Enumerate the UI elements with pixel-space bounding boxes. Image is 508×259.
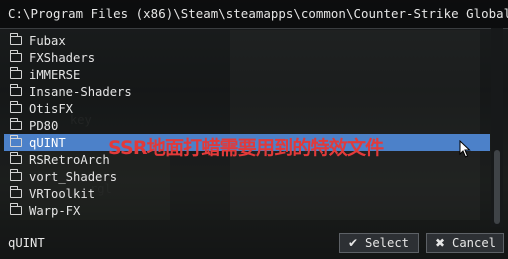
select-button-label: Select <box>365 236 410 250</box>
folder-item[interactable]: Warp-FX <box>4 202 490 219</box>
folder-label: Warp-FX <box>29 203 81 218</box>
scrollbar-thumb[interactable] <box>494 150 500 224</box>
folder-icon <box>9 186 22 198</box>
folder-label: iMMERSE <box>29 67 81 82</box>
folder-icon <box>9 84 22 96</box>
close-icon: ✖ <box>434 236 446 250</box>
folder-label: PORT <box>29 28 58 31</box>
folder-item[interactable]: FXShaders <box>4 49 490 66</box>
folder-item[interactable]: Insane-Shaders <box>4 83 490 100</box>
folder-item[interactable]: PD80 <box>4 117 490 134</box>
folder-list: PORT Fubax FXShaders iMMERSE Insane-Shaders O… <box>4 28 490 227</box>
folder-item[interactable]: Fubax <box>4 32 490 49</box>
folder-label: VRToolkit <box>29 186 96 201</box>
folder-icon <box>9 33 22 45</box>
folder-label: qUINT <box>29 135 66 150</box>
folder-label: FXShaders <box>29 50 96 65</box>
folder-icon <box>9 169 22 181</box>
folder-icon <box>9 203 22 215</box>
cancel-button-label: Cancel <box>452 236 497 250</box>
folder-item[interactable]: OtisFX <box>4 100 490 117</box>
folder-icon <box>9 152 22 164</box>
mouse-cursor-icon <box>459 140 471 158</box>
folder-item[interactable]: VRToolkit <box>4 185 490 202</box>
folder-icon <box>9 135 22 147</box>
folder-icon <box>9 67 22 79</box>
annotation-overlay-text: SSR地面打蜡需要用到的特效文件 <box>108 137 384 159</box>
folder-item[interactable]: iMMERSE <box>4 66 490 83</box>
cancel-button[interactable]: ✖ Cancel <box>426 233 504 253</box>
folder-icon <box>9 101 22 113</box>
folder-icon <box>9 50 22 62</box>
path-bar[interactable]: C:\Program Files (x86)\Steam\steamapps\c… <box>0 0 508 29</box>
select-button[interactable]: ✔ Select <box>339 233 419 253</box>
check-icon: ✔ <box>347 236 359 250</box>
folder-label: vort_Shaders <box>29 169 118 184</box>
folder-label: OtisFX <box>29 101 74 116</box>
scrollbar[interactable] <box>491 28 503 227</box>
current-path: C:\Program Files (x86)\Steam\steamapps\c… <box>8 6 508 21</box>
bottom-bar: qUINT ✔ Select ✖ Cancel <box>0 228 508 259</box>
folder-icon <box>9 118 22 130</box>
selected-filename: qUINT <box>8 236 45 250</box>
folder-label: PD80 <box>29 118 59 133</box>
folder-label: RSRetroArch <box>29 152 110 167</box>
file-browser-dialog: C:\Program Files (x86)\Steam\steamapps\c… <box>0 0 508 259</box>
folder-label: Fubax <box>29 33 66 48</box>
folder-label: Insane-Shaders <box>29 84 132 99</box>
folder-item[interactable]: vort_Shaders <box>4 168 490 185</box>
